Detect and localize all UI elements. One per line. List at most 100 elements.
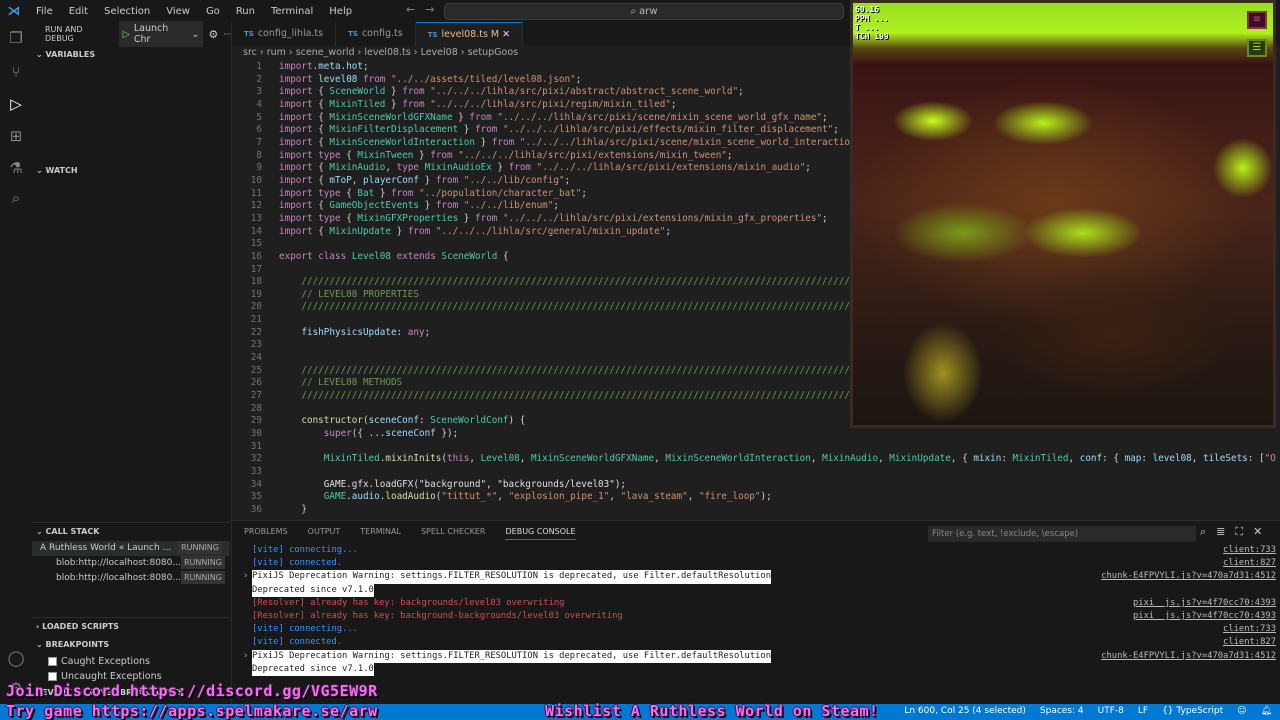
tab-debug-console[interactable]: DEBUG CONSOLE [505,527,576,540]
indentation[interactable]: Spaces: 4 [1040,706,1084,716]
run-debug-icon[interactable]: ▷ [6,94,26,114]
typescript-icon: TS [427,31,438,39]
game-list-button[interactable]: ≡ [1247,11,1267,29]
code-text: MixinTiled.mixinInits(this, Level08, Mix… [323,453,1276,465]
game-menu-button[interactable]: ☰ [1247,39,1267,57]
line-number: 26 [250,377,262,389]
line-number: 11 [250,187,262,199]
console-line: › PixiJS Deprecation Warning: settings.FI… [243,649,1276,663]
source-link[interactable]: pixi__js.js?v=4f70cc70:4393 [1133,597,1276,610]
menu-item-edit[interactable]: Edit [61,6,96,17]
code-text: import { MixinTiled } from "../../../lih… [279,98,677,110]
code-text: import { GameObjectEvents } from "../../… [279,200,559,212]
call-stack-item[interactable]: A Ruthless World « Launch ... RUNNING [32,541,230,556]
search-icon[interactable]: ⌕ [6,188,26,208]
line-number: 34 [250,478,262,490]
tab-spell-checker[interactable]: SPELL CHECKER [421,527,486,540]
source-link[interactable]: chunk-E4FPVYLI.js?v=470a7d31:4512 [1101,570,1276,583]
more-icon[interactable]: ··· [223,30,231,39]
line-number: 35 [250,491,262,503]
tab-config-lihla[interactable]: TS config_lihla.ts [232,22,337,46]
explorer-icon[interactable]: ❐ [6,28,26,48]
line-number: 9 [256,162,262,174]
code-text: import level08 from "../../assets/tiled/… [279,73,582,85]
call-stack-item[interactable]: blob:http://localhost:8080... RUNNING [32,556,230,571]
tab-config[interactable]: TS config.ts [336,22,416,46]
source-link[interactable]: client:733 [1223,623,1276,636]
console-line: [vite] connecting... client:733 [252,544,1276,557]
line-number: 16 [250,250,262,262]
tab-output[interactable]: OUTPUT [308,527,341,540]
variables-label: VARIABLES [45,50,96,59]
typescript-icon: TS [348,30,358,38]
console-message: [Resolver] already has key: backgrounds/… [252,597,565,608]
console-message: Deprecated since v7.1.0 [252,583,374,597]
source-control-icon[interactable]: ⑂ [6,62,26,82]
gear-icon[interactable]: ⚙ [208,28,218,41]
breakpoints-label: BREAKPOINTS [45,640,110,649]
line-number: 12 [250,200,262,212]
tab-level08[interactable]: TS level08.ts M ✕ [415,22,524,46]
loaded-scripts-section[interactable]: › LOADED SCRIPTS [32,618,230,636]
tab-label: config_lihla.ts [257,28,324,39]
menu-item-help[interactable]: Help [321,6,360,17]
start-debug-icon[interactable]: ▷ [123,29,130,40]
notifications-bell-icon[interactable]: 🔔︎ [1261,706,1272,716]
expand-chevron-icon[interactable]: › [243,650,248,663]
source-link[interactable]: client:827 [1223,636,1276,649]
tab-problems[interactable]: PROBLEMS [244,527,288,540]
line-number: 18 [250,276,262,288]
source-link[interactable]: chunk-E4FPVYLI.js?v=470a7d31:4512 [1101,650,1276,663]
cursor-position[interactable]: Ln 600, Col 25 (4 selected) [904,706,1026,716]
extensions-icon[interactable]: ⊞ [6,126,26,146]
code-text: import { mToP, playerConf } from "../../… [279,174,571,186]
source-link[interactable]: client:733 [1223,544,1276,557]
source-link[interactable]: pixi__js.js?v=4f70cc70:4393 [1133,610,1276,623]
menu-item-selection[interactable]: Selection [96,6,158,17]
nav-arrows[interactable]: ←→ [406,3,444,16]
watch-label: WATCH [45,166,78,175]
sidebar-title: RUN AND DEBUG [45,25,83,43]
language-mode[interactable]: {} TypeScript [1162,706,1223,716]
menu-item-terminal[interactable]: Terminal [263,6,321,17]
maximize-icon[interactable]: ⛶ [1235,525,1243,539]
debug-console[interactable]: [vite] connecting... client:733 [vite] con… [243,544,1276,676]
account-icon[interactable]: ◯ [6,648,26,668]
breakpoints-section[interactable]: ⌄ BREAKPOINTS [32,636,230,654]
line-number: 32 [250,453,262,465]
menu-item-file[interactable]: File [28,6,61,17]
line-ending[interactable]: LF [1138,706,1148,716]
console-line: Deprecated since v7.1.0 [252,662,1276,676]
tab-terminal[interactable]: TERMINAL [360,527,401,540]
copilot-icon[interactable]: ☺ [1237,706,1246,716]
call-stack-section[interactable]: ⌄ CALL STACK [32,523,230,541]
variables-section[interactable]: ⌄ VARIABLES [32,46,231,64]
code-line: 36 } [232,504,1280,517]
encoding[interactable]: UTF-8 [1098,706,1124,716]
caught-exceptions-checkbox[interactable]: Caught Exceptions [32,654,230,669]
line-number: 1 [256,61,262,72]
line-number: 14 [250,225,262,237]
clear-console-icon[interactable]: ≣ [1216,525,1225,539]
code-text: import { MixinFilterDisplacement } from … [279,124,839,136]
menu-item-run[interactable]: Run [228,6,263,17]
source-link[interactable]: client:827 [1223,557,1276,570]
breadcrumb[interactable]: src › rum › scene_world › level08.ts › L… [243,47,518,58]
close-panel-icon[interactable]: ✕ [1253,525,1262,539]
launch-config-select[interactable]: ▷ Launch Chr ⌄ [118,21,204,47]
menu-item-view[interactable]: View [158,6,198,17]
search-icon[interactable]: ⌕ [1200,525,1206,539]
menu-item-go[interactable]: Go [198,6,228,17]
close-icon[interactable]: ✕ [502,29,510,40]
testing-icon[interactable]: ⚗ [6,158,26,178]
expand-chevron-icon[interactable]: › [243,570,248,583]
game-canvas[interactable]: 60.16 PPM ... T ... TCH 199 ≡ ☰ [850,0,1276,428]
code-text: import { MixinSceneWorldGFXName } from "… [279,111,828,123]
watch-section[interactable]: ⌄ WATCH [32,162,230,180]
call-stack-item[interactable]: blob:http://localhost:8080... RUNNING [32,571,230,586]
command-center[interactable]: ⌕ arw [444,3,844,20]
console-filter-input[interactable]: Filter (e.g. text, !exclude, \escape) [928,526,1196,542]
line-number: 17 [250,263,262,275]
